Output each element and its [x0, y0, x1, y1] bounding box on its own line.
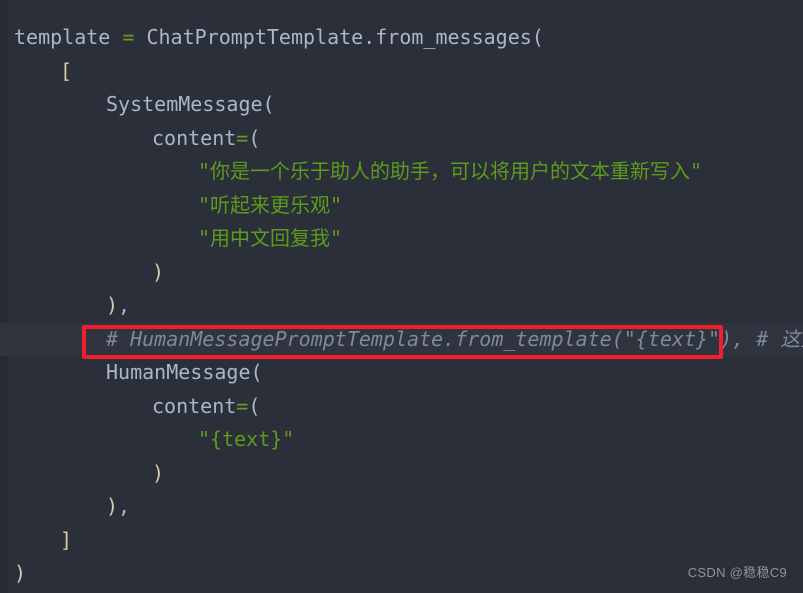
code-line[interactable]: content=( [0, 122, 803, 156]
code-line[interactable]: ) [0, 256, 803, 290]
code-line[interactable]: # HumanMessagePromptTemplate.from_templa… [0, 322, 803, 356]
code-line[interactable]: "用中文回复我" [0, 222, 803, 256]
code-token-bracket: ] [60, 527, 73, 552]
code-token-op: = [236, 125, 249, 150]
code-token-plain: content [152, 125, 237, 150]
code-line[interactable]: "听起来更乐观" [0, 189, 803, 223]
code-token-plain: ChatPromptTemplate.from_messages( [134, 25, 544, 49]
code-editor-screenshot: template = ChatPromptTemplate.from_messa… [0, 0, 803, 593]
csdn-watermark: CSDN @稳稳C9 [687, 565, 787, 580]
code-line[interactable]: SystemMessage( [0, 88, 803, 122]
code-line[interactable]: ), [0, 490, 803, 524]
code-token-str: "用中文回复我" [198, 226, 343, 250]
code-token-comment: # HumanMessagePromptTemplate.from_templa… [106, 326, 803, 351]
code-token-plain: ( [248, 393, 261, 418]
code-token-bracket: ) [152, 460, 165, 485]
code-line[interactable]: ] [0, 524, 803, 558]
code-token-str: "你是一个乐于助人的助手，可以将用户的文本重新写入" [198, 159, 703, 183]
code-line[interactable]: template = ChatPromptTemplate.from_messa… [0, 21, 803, 55]
code-token-str: "{text}" [198, 427, 295, 451]
code-token-op: = [122, 25, 135, 49]
code-token-plain: ( [248, 125, 261, 150]
code-token-bracket: ) [106, 293, 119, 317]
code-token-comma: , [118, 494, 131, 518]
code-line[interactable]: ) [0, 457, 803, 491]
code-token-comma: , [118, 293, 131, 317]
code-token-bracket: ) [14, 561, 27, 585]
code-line[interactable]: ), [0, 289, 803, 323]
code-block[interactable]: template = ChatPromptTemplate.from_messa… [0, 0, 803, 591]
code-line[interactable]: [ [0, 55, 803, 89]
code-token-str: "听起来更乐观" [198, 192, 343, 217]
code-token-plain: SystemMessage( [106, 92, 275, 116]
code-token-bracket: ) [106, 494, 119, 518]
code-token-plain: HumanMessage( [106, 360, 263, 384]
code-token-op: = [236, 393, 249, 418]
code-token-bracket: ) [152, 259, 165, 284]
code-token-plain: content [152, 393, 237, 418]
code-token-bracket: [ [60, 58, 73, 83]
code-line[interactable]: content=( [0, 390, 803, 424]
code-line[interactable]: "你是一个乐于助人的助手，可以将用户的文本重新写入" [0, 155, 803, 189]
code-line[interactable]: "{text}" [0, 423, 803, 457]
code-line[interactable]: ) [0, 557, 803, 591]
code-line[interactable]: HumanMessage( [0, 356, 803, 390]
code-token-ident: template [14, 25, 123, 49]
